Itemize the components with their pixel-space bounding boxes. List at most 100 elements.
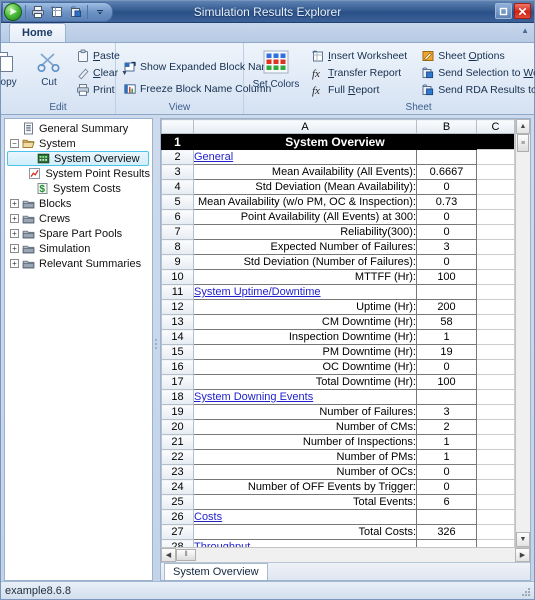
set-colors-button[interactable]: Set Colors: [252, 46, 300, 90]
row-header[interactable]: 2: [161, 149, 194, 165]
app-orb-icon[interactable]: [4, 2, 22, 21]
tree-item-system-point-results[interactable]: System Point Results: [7, 166, 152, 181]
table-row[interactable]: 3 Mean Availability (All Events): 0.6667: [161, 164, 515, 180]
cell-b[interactable]: 0: [416, 179, 477, 195]
table-row[interactable]: 6 Point Availability (All Events) at 300:…: [161, 209, 515, 225]
cell-b[interactable]: 19: [416, 344, 477, 360]
cell-b[interactable]: 1: [416, 449, 477, 465]
cell-c[interactable]: [476, 419, 515, 435]
cell-c[interactable]: [476, 209, 515, 225]
cell-a[interactable]: System Downing Events: [193, 389, 417, 405]
row-header[interactable]: 6: [161, 209, 194, 225]
cell-b[interactable]: [416, 509, 477, 525]
ribbon-collapse-button[interactable]: ▲: [521, 26, 529, 35]
worksheet-icon[interactable]: [48, 3, 65, 20]
row-header[interactable]: 12: [161, 299, 194, 315]
cell-b[interactable]: 0.73: [416, 194, 477, 210]
cell-a[interactable]: Number of CMs:: [193, 419, 417, 435]
print-icon[interactable]: [29, 3, 46, 20]
send-icon[interactable]: [67, 3, 84, 20]
cell-b[interactable]: 0: [416, 224, 477, 240]
cell-c[interactable]: [476, 509, 515, 525]
table-row[interactable]: 23 Number of OCs: 0: [161, 464, 515, 480]
cell-a[interactable]: Std Deviation (Number of Failures):: [193, 254, 417, 270]
cell-c[interactable]: [476, 239, 515, 255]
cell-c[interactable]: [476, 479, 515, 495]
horizontal-scroll-thumb[interactable]: ⦀: [176, 549, 196, 561]
table-row[interactable]: 16 OC Downtime (Hr): 0: [161, 359, 515, 375]
cell-c[interactable]: [476, 254, 515, 270]
cell-a[interactable]: Total Downtime (Hr):: [193, 374, 417, 390]
scroll-right-button[interactable]: ▶: [515, 548, 530, 562]
cell-a[interactable]: Inspection Downtime (Hr):: [193, 329, 417, 345]
row-header[interactable]: 10: [161, 269, 194, 285]
tree-item-spare-part-pools[interactable]: + Spare Part Pools: [7, 226, 152, 241]
row-header[interactable]: 19: [161, 404, 194, 420]
tree-item-system-overview[interactable]: System Overview: [7, 151, 149, 166]
row-header[interactable]: 8: [161, 239, 194, 255]
cell-c[interactable]: [476, 539, 515, 547]
table-row[interactable]: 15 PM Downtime (Hr): 19: [161, 344, 515, 360]
cell-a[interactable]: Reliability(300):: [193, 224, 417, 240]
close-button[interactable]: [514, 3, 531, 19]
cell-c[interactable]: [476, 149, 515, 165]
cell-b[interactable]: [416, 284, 477, 300]
table-row[interactable]: 7 Reliability(300): 0: [161, 224, 515, 240]
tree-item-crews[interactable]: + Crews: [7, 211, 152, 226]
table-row[interactable]: 14 Inspection Downtime (Hr): 1: [161, 329, 515, 345]
cell-c[interactable]: [476, 224, 515, 240]
table-row[interactable]: 19 Number of Failures: 3: [161, 404, 515, 420]
transfer-report-button[interactable]: fx Transfer Report: [308, 65, 410, 81]
table-row[interactable]: 27 Total Costs: 326: [161, 524, 515, 540]
cell-c[interactable]: [476, 434, 515, 450]
table-row[interactable]: 25 Total Events: 6: [161, 494, 515, 510]
cell-c[interactable]: [476, 494, 515, 510]
sheet-tab-system-overview[interactable]: System Overview: [164, 563, 268, 580]
cell-a[interactable]: General: [193, 149, 417, 165]
table-row[interactable]: 9 Std Deviation (Number of Failures): 0: [161, 254, 515, 270]
tree-item-general-summary[interactable]: General Summary: [7, 121, 152, 136]
tree-toggle-plus-icon[interactable]: +: [10, 244, 19, 253]
scroll-down-button[interactable]: ▼: [516, 532, 530, 547]
tree-item-system[interactable]: − System: [7, 136, 152, 151]
vertical-scrollbar[interactable]: ▲ ≡ ▼: [515, 119, 530, 547]
table-row[interactable]: 10 MTTFF (Hr): 100: [161, 269, 515, 285]
table-row[interactable]: 11 System Uptime/Downtime: [161, 284, 515, 300]
table-row[interactable]: 12 Uptime (Hr): 200: [161, 299, 515, 315]
row-header[interactable]: 11: [161, 284, 194, 300]
row-header[interactable]: 17: [161, 374, 194, 390]
row-header[interactable]: 7: [161, 224, 194, 240]
send-rda-results-to-weibull-button[interactable]: Send RDA Results to Weibull++: [418, 82, 535, 98]
row-header[interactable]: 24: [161, 479, 194, 495]
row-header[interactable]: 18: [161, 389, 194, 405]
cell-c[interactable]: [476, 179, 515, 195]
cell-c[interactable]: [476, 404, 515, 420]
panel-splitter[interactable]: [153, 118, 160, 581]
table-row[interactable]: 5 Mean Availability (w/o PM, OC & Inspect…: [161, 194, 515, 210]
row-header[interactable]: 14: [161, 329, 194, 345]
table-row[interactable]: 17 Total Downtime (Hr): 100: [161, 374, 515, 390]
row-header[interactable]: 28: [161, 539, 194, 547]
cell-b[interactable]: 326: [416, 524, 477, 540]
table-row[interactable]: 8 Expected Number of Failures: 3: [161, 239, 515, 255]
horizontal-scrollbar[interactable]: ◀ ⦀ ▶: [161, 547, 530, 562]
cell-b[interactable]: 100: [416, 269, 477, 285]
cell-a[interactable]: Std Deviation (Mean Availability):: [193, 179, 417, 195]
tree-item-relevant-summaries[interactable]: + Relevant Summaries: [7, 256, 152, 271]
tree-item-simulation[interactable]: + Simulation: [7, 241, 152, 256]
column-header-a[interactable]: A: [193, 119, 417, 134]
row-header[interactable]: 15: [161, 344, 194, 360]
cell-c[interactable]: [476, 164, 515, 180]
send-selection-to-weibull-button[interactable]: Send Selection to Weibull++: [418, 65, 535, 81]
cell-a[interactable]: PM Downtime (Hr):: [193, 344, 417, 360]
cell-b[interactable]: 0: [416, 464, 477, 480]
cell-a[interactable]: Number of Inspections:: [193, 434, 417, 450]
row-header[interactable]: 13: [161, 314, 194, 330]
column-header-c[interactable]: C: [476, 119, 515, 134]
cell-b[interactable]: 0.6667: [416, 164, 477, 180]
copy-button[interactable]: Copy: [0, 46, 25, 88]
table-row[interactable]: 13 CM Downtime (Hr): 58: [161, 314, 515, 330]
table-row[interactable]: 1 System Overview: [161, 133, 515, 150]
tree-toggle-minus-icon[interactable]: −: [10, 139, 19, 148]
row-header[interactable]: 3: [161, 164, 194, 180]
